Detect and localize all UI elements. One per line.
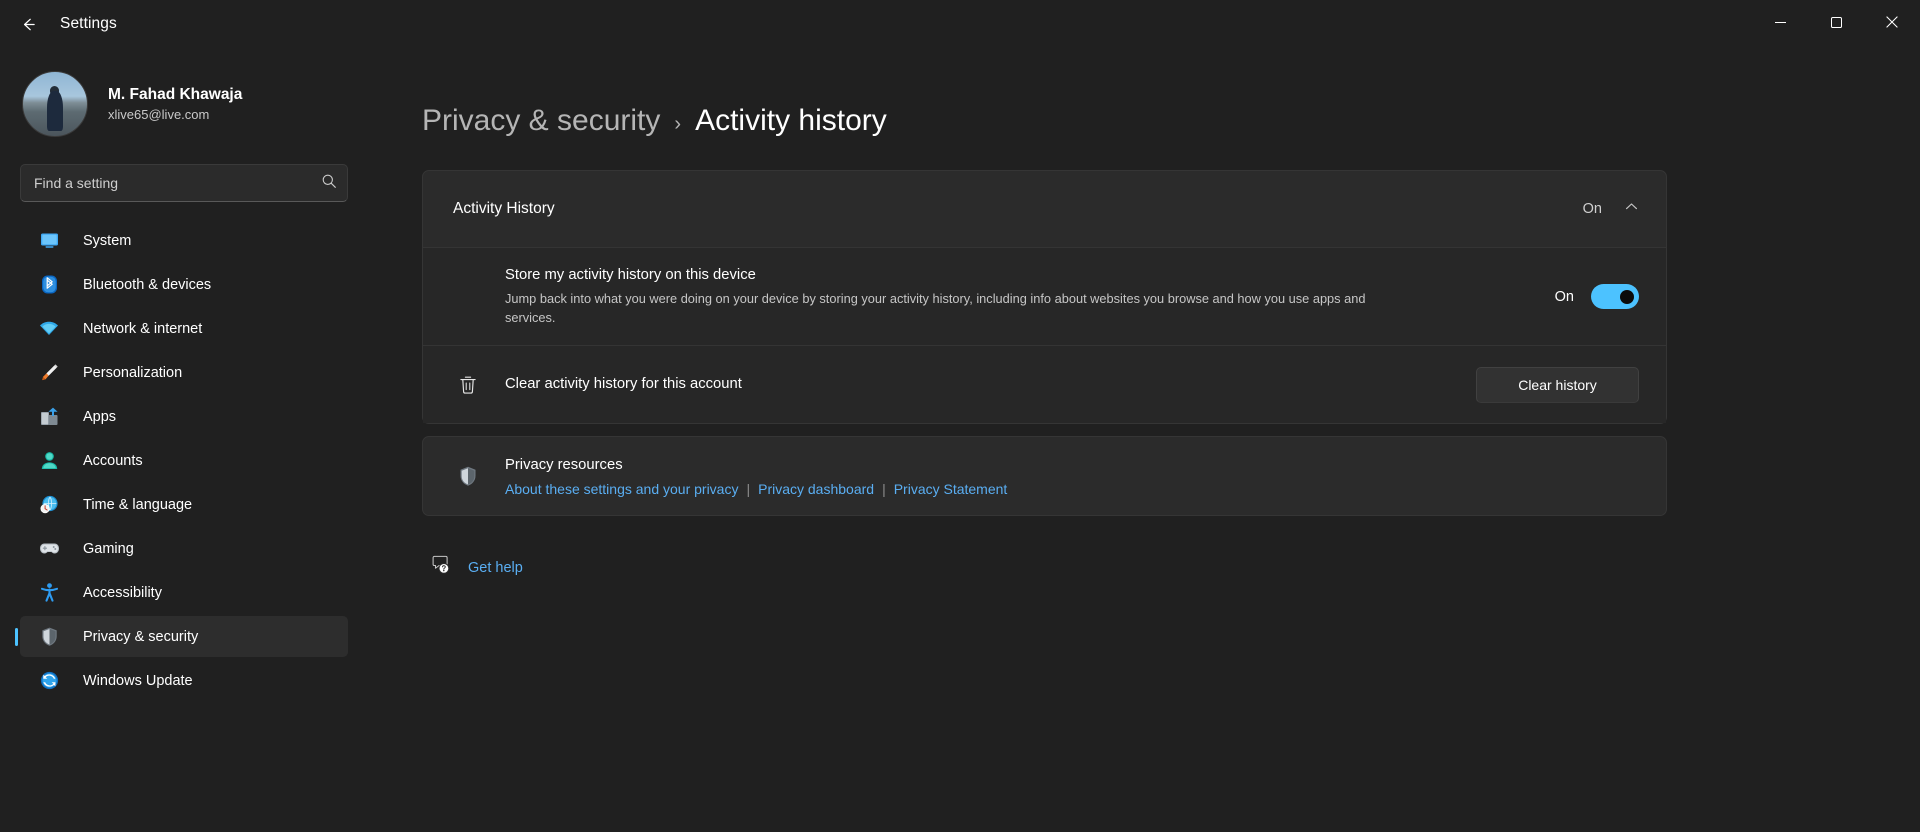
help-icon — [430, 554, 452, 581]
network-icon — [37, 317, 61, 341]
sidebar-item-label: Bluetooth & devices — [83, 276, 212, 293]
breadcrumb-separator: › — [674, 113, 682, 135]
get-help-label[interactable]: Get help — [468, 560, 523, 576]
sidebar-item-label: System — [83, 232, 132, 249]
store-activity-control: On — [1535, 284, 1639, 310]
sidebar-item-label: Network & internet — [83, 320, 203, 337]
close-icon — [1886, 15, 1898, 33]
store-activity-description: Jump back into what you were doing on yo… — [505, 290, 1366, 326]
activity-history-state: On — [1582, 201, 1602, 217]
sidebar-item-personalization[interactable]: Personalization — [20, 352, 348, 393]
apps-icon — [37, 405, 61, 429]
privacy-resources-row: Privacy resources About these settings a… — [423, 437, 1666, 515]
shield-icon — [453, 465, 483, 487]
store-activity-history-row: Store my activity history on this device… — [423, 248, 1666, 345]
link-privacy-dashboard[interactable]: Privacy dashboard — [758, 481, 874, 497]
activity-history-expander-header[interactable]: Activity History On — [423, 171, 1666, 247]
sidebar-item-network-internet[interactable]: Network & internet — [20, 308, 348, 349]
clear-activity-control: Clear history — [1456, 366, 1639, 403]
search-input[interactable] — [34, 175, 321, 191]
sidebar-item-apps[interactable]: Apps — [20, 396, 348, 437]
chevron-up-icon[interactable] — [1624, 199, 1639, 219]
window-controls — [1752, 0, 1920, 48]
expander-header-right: On — [1583, 199, 1639, 219]
sidebar-item-label: Accounts — [83, 452, 143, 469]
account-text: M. Fahad Khawaja xlive65@live.com — [108, 85, 242, 123]
activity-history-title: Activity History — [453, 200, 555, 217]
time-language-icon — [37, 493, 61, 517]
privacy-resources-title: Privacy resources — [505, 456, 623, 473]
settings-window: Settings M. Fahad Khawaja xlive65@live.c… — [0, 0, 1920, 832]
system-icon — [37, 229, 61, 253]
account-email: xlive65@live.com — [108, 106, 210, 122]
settings-cards: Activity History On Store my activity hi… — [422, 170, 1667, 581]
store-activity-text: Store my activity history on this device… — [505, 266, 1535, 327]
toggle-knob — [1620, 289, 1634, 304]
window-title: Settings — [60, 15, 117, 32]
sidebar-item-label: Accessibility — [83, 584, 162, 601]
maximize-button[interactable] — [1808, 0, 1864, 48]
sidebar-item-windows-update[interactable]: Windows Update — [20, 660, 348, 701]
sidebar-item-label: Windows Update — [83, 672, 193, 689]
breadcrumb-parent[interactable]: Privacy & security — [422, 104, 660, 138]
sidebar-item-accessibility[interactable]: Accessibility — [20, 572, 348, 613]
link-about-these-settings[interactable]: About these settings and your privacy — [505, 481, 738, 497]
windows-update-icon — [37, 669, 61, 693]
clear-activity-title: Clear activity history for this account — [505, 375, 742, 392]
minimize-icon — [1774, 15, 1786, 33]
link-separator: | — [746, 480, 751, 497]
sidebar-item-label: Time & language — [83, 496, 193, 513]
activity-history-card: Activity History On Store my activity hi… — [422, 170, 1667, 425]
get-help-row[interactable]: Get help — [422, 554, 523, 581]
window-body: M. Fahad Khawaja xlive65@live.com Find a… — [0, 48, 1920, 832]
sidebar-item-time-language[interactable]: Time & language — [20, 484, 348, 525]
sidebar-item-label: Apps — [83, 408, 117, 425]
page-title: Activity history — [695, 104, 887, 137]
clear-activity-text: Clear activity history for this account — [505, 375, 1456, 395]
sidebar-item-label: Personalization — [83, 364, 183, 381]
store-activity-toggle[interactable] — [1591, 284, 1639, 310]
sidebar-item-privacy-security[interactable]: Privacy & security — [20, 616, 348, 657]
sidebar-item-label: Privacy & security — [83, 628, 199, 645]
sidebar-nav: System Bluetooth & devices Network & int… — [0, 220, 370, 701]
sidebar-item-bluetooth-devices[interactable]: Bluetooth & devices — [20, 264, 348, 305]
sidebar: M. Fahad Khawaja xlive65@live.com Find a… — [0, 48, 370, 832]
bluetooth-icon — [37, 273, 61, 297]
search-box[interactable] — [20, 164, 348, 202]
privacy-resources-links: About these settings and your privacy | … — [505, 481, 1639, 497]
minimize-button[interactable] — [1752, 0, 1808, 48]
search-icon — [321, 173, 337, 194]
sidebar-item-label: Gaming — [83, 540, 134, 557]
activity-history-expander-body: Store my activity history on this device… — [423, 247, 1666, 424]
gaming-icon — [37, 537, 61, 561]
account-header[interactable]: M. Fahad Khawaja xlive65@live.com — [0, 54, 370, 146]
clear-history-button[interactable]: Clear history — [1476, 366, 1639, 403]
link-separator: | — [882, 480, 886, 497]
arrow-left-icon — [19, 15, 38, 34]
accessibility-icon — [37, 581, 61, 605]
sidebar-item-accounts[interactable]: Accounts — [20, 440, 348, 481]
clear-activity-history-row: Clear activity history for this account … — [423, 345, 1666, 423]
shield-icon — [37, 625, 61, 649]
title-bar: Settings — [0, 0, 1920, 48]
privacy-resources-card: Privacy resources About these settings a… — [422, 436, 1667, 517]
breadcrumb: Privacy & security › Activity history — [422, 104, 1920, 138]
sidebar-item-system[interactable]: System — [20, 220, 348, 261]
main-content: Privacy & security › Activity history Ac… — [370, 48, 1920, 832]
maximize-icon — [1830, 15, 1842, 33]
close-button[interactable] — [1864, 0, 1920, 48]
avatar — [22, 71, 88, 137]
accounts-icon — [37, 449, 61, 473]
back-button[interactable] — [9, 5, 47, 43]
sidebar-item-gaming[interactable]: Gaming — [20, 528, 348, 569]
link-privacy-statement[interactable]: Privacy Statement — [894, 481, 1008, 497]
trash-icon — [453, 374, 483, 396]
store-activity-title: Store my activity history on this device — [505, 267, 756, 283]
store-activity-toggle-label: On — [1554, 288, 1574, 305]
personalization-icon — [37, 361, 61, 385]
privacy-resources-text: Privacy resources About these settings a… — [505, 456, 1639, 497]
account-name: M. Fahad Khawaja — [108, 86, 243, 104]
